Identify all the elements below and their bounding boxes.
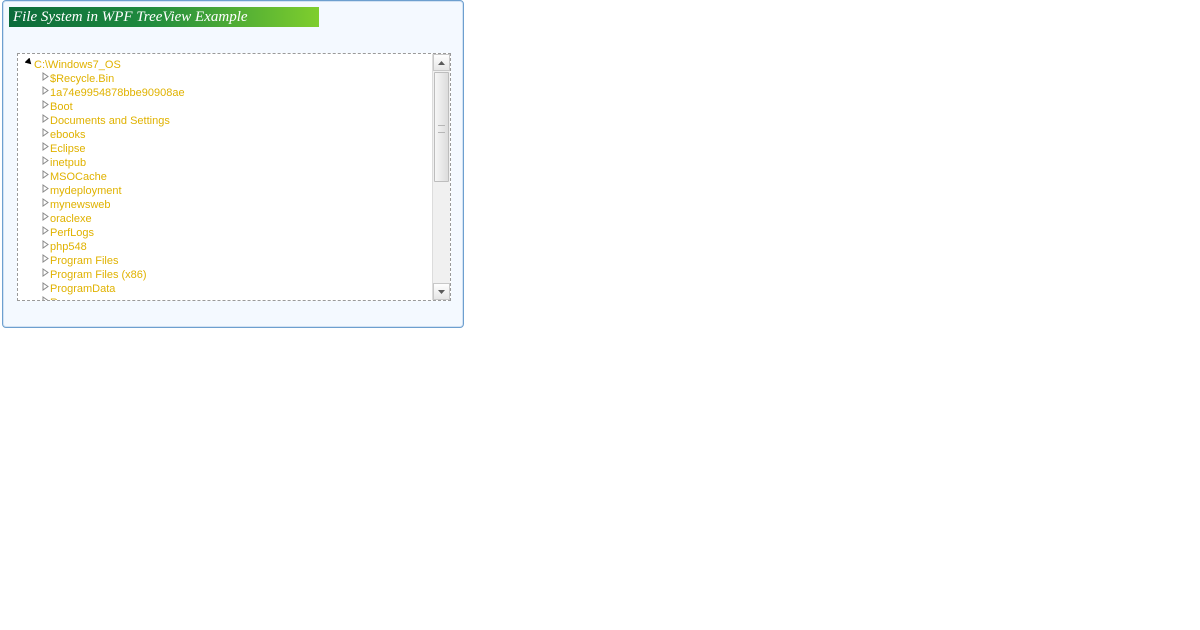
treeview-container: C:\Windows7_OS $Recycle.Bin1a74e9954878b… xyxy=(17,53,451,301)
expander-icon[interactable] xyxy=(40,296,50,300)
tree-node[interactable]: PerfLogs xyxy=(40,226,430,240)
expander-icon[interactable] xyxy=(40,142,50,156)
tree-node[interactable]: ProgramData xyxy=(40,282,430,296)
tree-node-label: mynewsweb xyxy=(50,198,111,212)
expander-icon[interactable] xyxy=(40,212,50,226)
tree-node-label: Boot xyxy=(50,100,73,114)
treeview-viewport[interactable]: C:\Windows7_OS $Recycle.Bin1a74e9954878b… xyxy=(18,54,432,300)
scroll-up-button[interactable] xyxy=(433,54,450,71)
expander-icon[interactable] xyxy=(40,170,50,184)
expander-icon[interactable] xyxy=(40,86,50,100)
tree-node-label: C:\Windows7_OS xyxy=(34,58,121,72)
expander-icon[interactable] xyxy=(40,226,50,240)
expander-icon[interactable] xyxy=(40,128,50,142)
page-title-text: File System in WPF TreeView Example xyxy=(13,9,248,25)
expander-icon[interactable] xyxy=(40,156,50,170)
expander-icon[interactable] xyxy=(24,58,34,72)
expander-icon[interactable] xyxy=(40,184,50,198)
tree-node-label: PerfLogs xyxy=(50,226,94,240)
tree-node[interactable]: $Recycle.Bin xyxy=(40,72,430,86)
expander-icon[interactable] xyxy=(40,254,50,268)
tree-node[interactable]: php548 xyxy=(40,240,430,254)
tree-node[interactable]: mynewsweb xyxy=(40,198,430,212)
tree-node-label: $Recycle.Bin xyxy=(50,72,114,86)
scroll-thumb[interactable] xyxy=(434,72,449,182)
tree-node[interactable]: mydeployment xyxy=(40,184,430,198)
app-window: File System in WPF TreeView Example C:\W… xyxy=(2,0,464,328)
tree-children: $Recycle.Bin1a74e9954878bbe90908aeBootDo… xyxy=(24,72,430,300)
expander-icon[interactable] xyxy=(40,240,50,254)
tree-node-label: MSOCache xyxy=(50,170,107,184)
expander-icon[interactable] xyxy=(40,268,50,282)
tree-node-label: ProgramData xyxy=(50,282,115,296)
treeview-root: C:\Windows7_OS $Recycle.Bin1a74e9954878b… xyxy=(24,58,430,300)
tree-node-root[interactable]: C:\Windows7_OS xyxy=(24,58,430,72)
tree-node-label: Eclipse xyxy=(50,142,85,156)
expander-icon[interactable] xyxy=(40,282,50,296)
tree-node-label: Program Files xyxy=(50,254,118,268)
expander-icon[interactable] xyxy=(40,100,50,114)
tree-node[interactable]: Documents and Settings xyxy=(40,114,430,128)
tree-node[interactable]: MSOCache xyxy=(40,170,430,184)
tree-node[interactable]: Program Files (x86) xyxy=(40,268,430,282)
tree-node[interactable]: inetpub xyxy=(40,156,430,170)
tree-node[interactable]: Program Files xyxy=(40,254,430,268)
tree-node-label: Documents and Settings xyxy=(50,114,170,128)
tree-node-label: ebooks xyxy=(50,128,85,142)
tree-node[interactable]: Boot xyxy=(40,100,430,114)
tree-node[interactable]: ebooks xyxy=(40,128,430,142)
tree-node[interactable]: Eclipse xyxy=(40,142,430,156)
expander-icon[interactable] xyxy=(40,198,50,212)
tree-node[interactable]: 1a74e9954878bbe90908ae xyxy=(40,86,430,100)
tree-node-label: php548 xyxy=(50,240,87,254)
tree-node-label: mydeployment xyxy=(50,184,122,198)
page-title: File System in WPF TreeView Example xyxy=(9,7,319,27)
tree-node[interactable]: Recovery xyxy=(40,296,430,300)
vertical-scrollbar[interactable] xyxy=(432,54,450,300)
tree-node-label: inetpub xyxy=(50,156,86,170)
tree-node-label: 1a74e9954878bbe90908ae xyxy=(50,86,185,100)
tree-node-label: oraclexe xyxy=(50,212,92,226)
expander-icon[interactable] xyxy=(40,72,50,86)
tree-node-label: Recovery xyxy=(50,296,96,300)
expander-icon[interactable] xyxy=(40,114,50,128)
tree-node-label: Program Files (x86) xyxy=(50,268,147,282)
scroll-down-button[interactable] xyxy=(433,283,450,300)
tree-node[interactable]: oraclexe xyxy=(40,212,430,226)
